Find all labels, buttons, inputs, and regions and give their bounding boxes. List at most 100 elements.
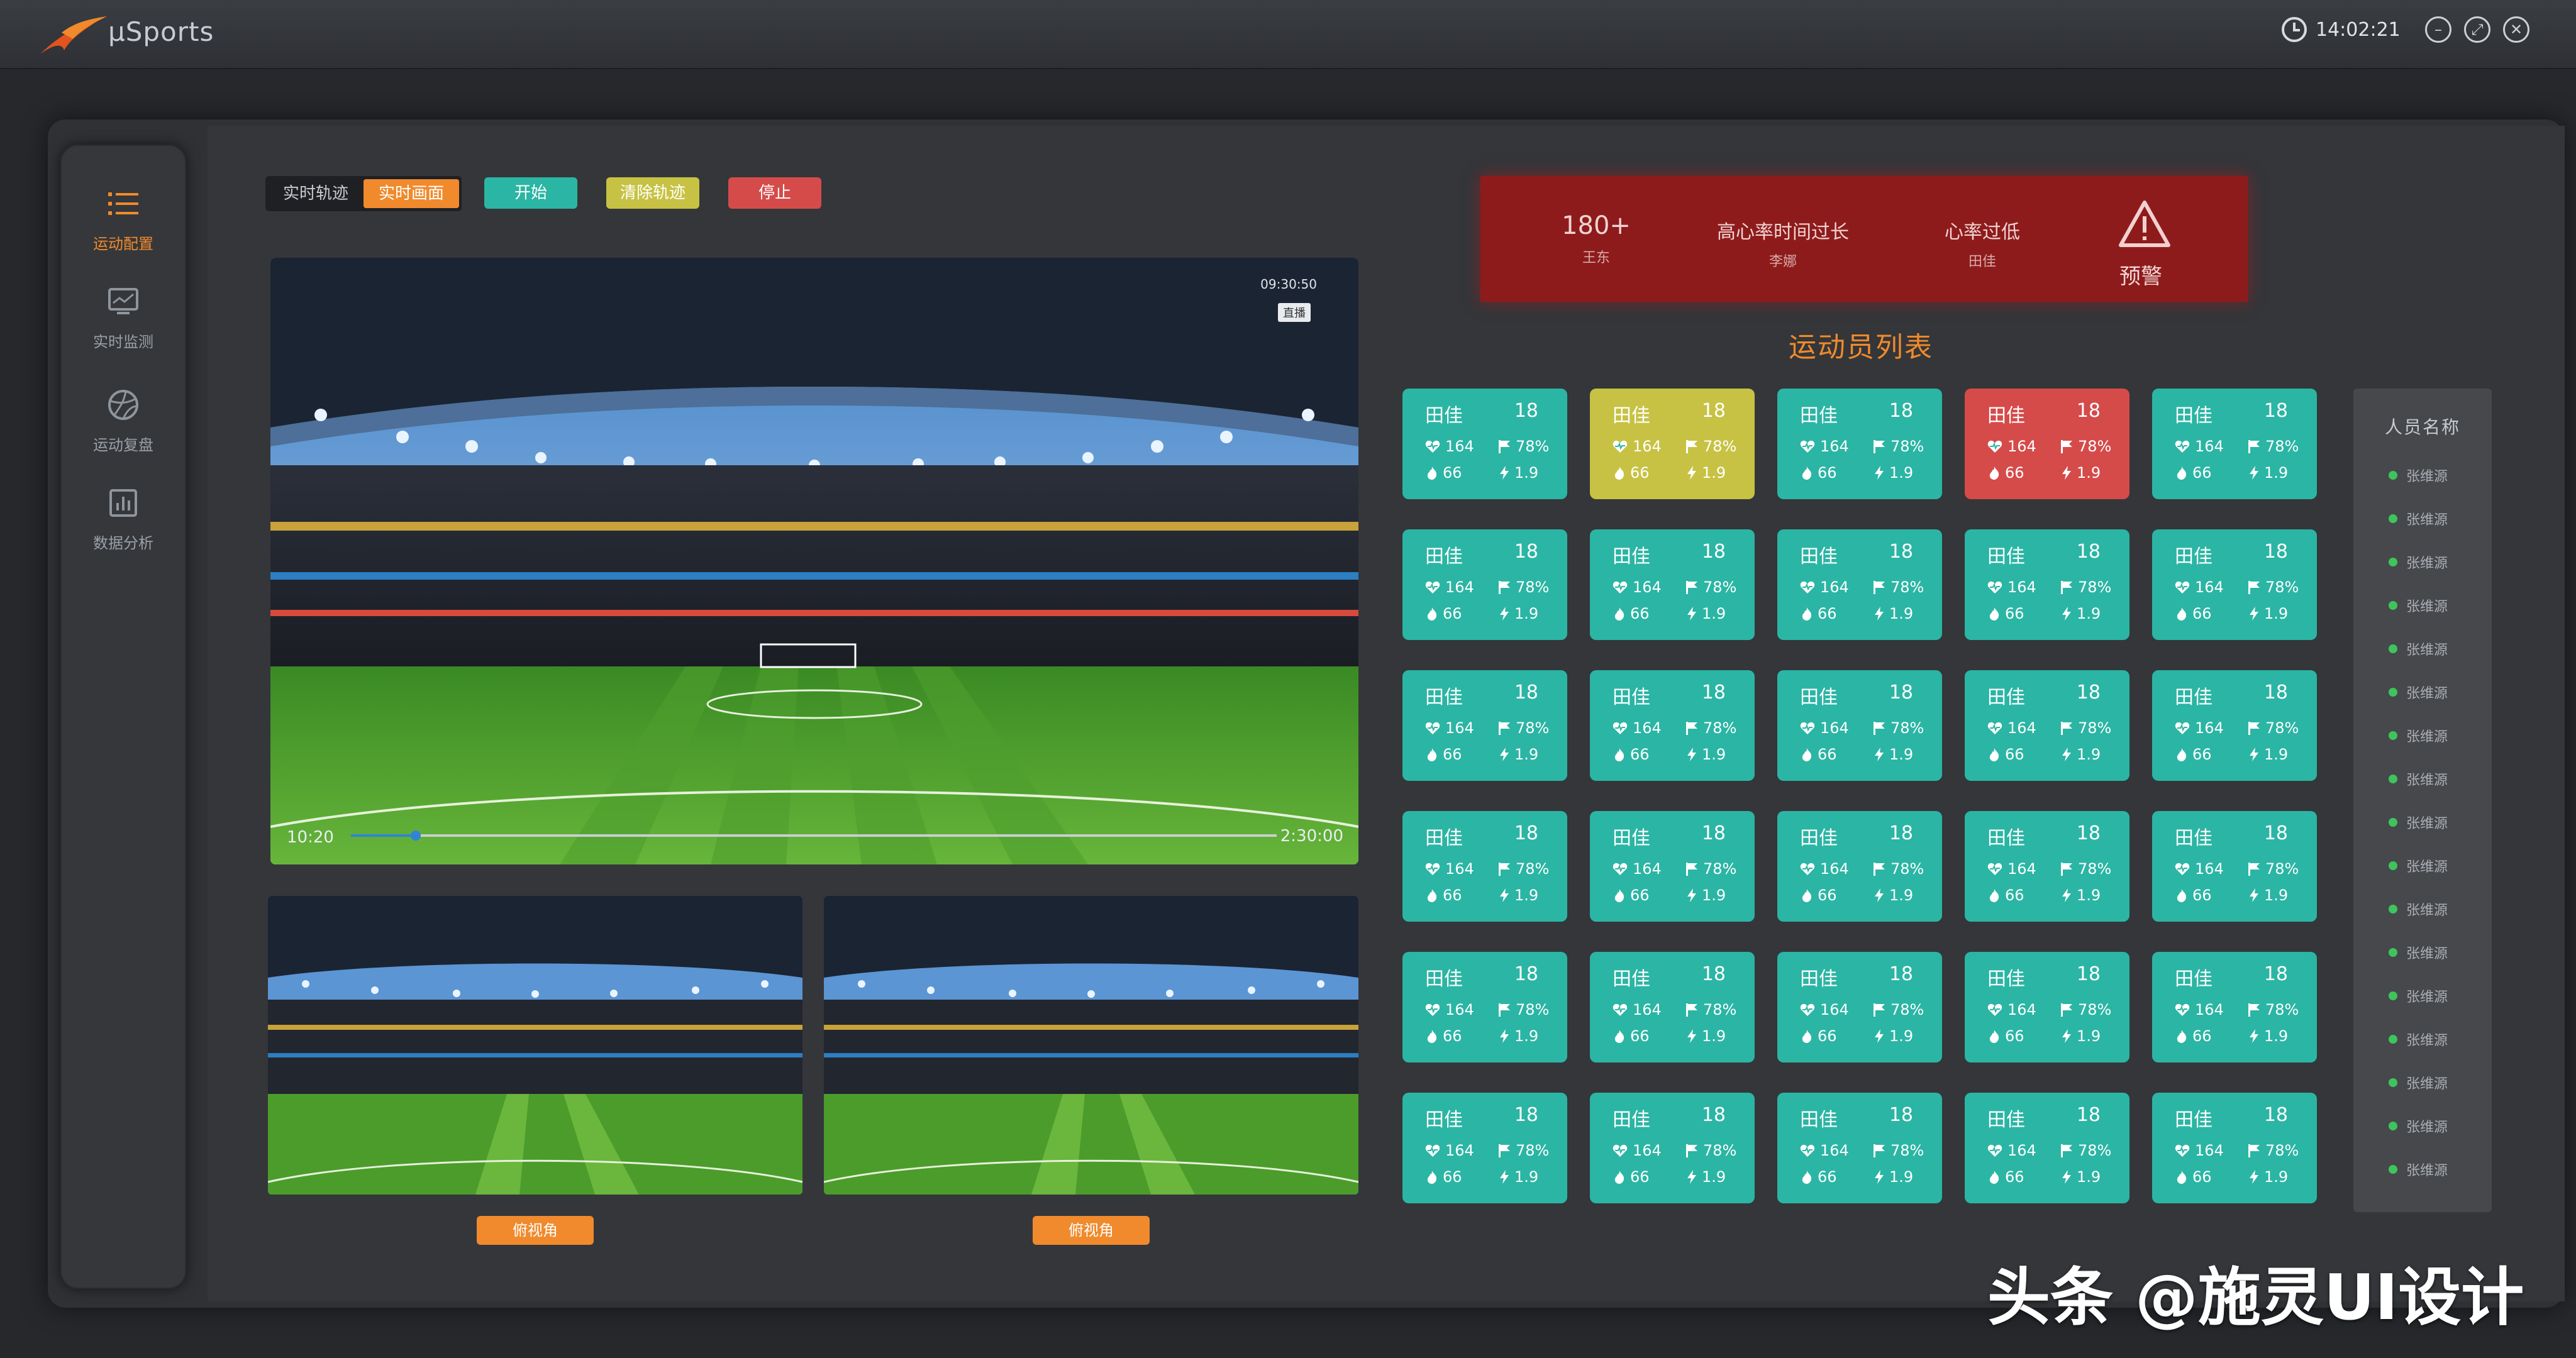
stop-button[interactable]: 停止 <box>728 177 821 209</box>
mode-option-trajectory[interactable]: 实时轨迹 <box>268 179 364 208</box>
sub-video-2[interactable] <box>824 896 1358 1195</box>
start-button[interactable]: 开始 <box>484 177 577 209</box>
top-view-button[interactable]: 俯视角 <box>477 1216 594 1245</box>
flame-icon <box>2177 466 2187 480</box>
people-list-item[interactable]: 张维源 <box>2389 465 2448 485</box>
athlete-card[interactable]: 田佳 18 164 78% 66 1.9 <box>1777 1093 1942 1203</box>
people-list-item[interactable]: 张维源 <box>2389 639 2448 659</box>
people-list-item[interactable]: 张维源 <box>2389 1029 2448 1049</box>
athlete-card[interactable]: 田佳 18 164 78% 66 1.9 <box>1590 1093 1755 1203</box>
athlete-card[interactable]: 田佳 18 164 78% 66 1.9 <box>1965 529 2129 640</box>
effort-percent-value: 78% <box>1703 860 1737 878</box>
flag-icon <box>1686 581 1697 594</box>
athlete-name: 田佳 <box>1987 968 2025 990</box>
athlete-card[interactable]: 田佳 18 164 78% 66 1.9 <box>2152 811 2317 922</box>
athlete-card[interactable]: 田佳 18 164 78% 66 1.9 <box>1590 389 1755 499</box>
people-list-item[interactable]: 张维源 <box>2389 1159 2448 1179</box>
heart-rate: 164 <box>1425 1001 1474 1018</box>
speed-value: 1.9 <box>2077 1168 2101 1186</box>
sidebar-item-analysis[interactable]: 数据分析 <box>60 485 186 580</box>
close-icon[interactable]: ✕ <box>2503 16 2529 43</box>
top-view-button[interactable]: 俯视角 <box>1033 1216 1150 1245</box>
athlete-card[interactable]: 田佳 18 164 78% 66 1.9 <box>1402 1093 1567 1203</box>
effort-percent-value: 78% <box>1703 438 1737 455</box>
video-total-time: 2:30:00 <box>1280 827 1343 846</box>
athlete-card[interactable]: 田佳 18 164 78% 66 1.9 <box>1777 670 1942 781</box>
speed: 1.9 <box>2062 1168 2101 1186</box>
sidebar-item-review[interactable]: 运动复盘 <box>60 387 186 482</box>
people-list-item[interactable]: 张维源 <box>2389 1073 2448 1093</box>
effort-percent-value: 78% <box>1890 438 1924 455</box>
athlete-card[interactable]: 田佳 18 164 78% 66 1.9 <box>2152 529 2317 640</box>
video-progress-bar[interactable] <box>351 831 1277 841</box>
calories-value: 66 <box>1443 464 1462 482</box>
athlete-number: 18 <box>1514 822 1538 844</box>
athlete-card[interactable]: 田佳 18 164 78% 66 1.9 <box>2152 670 2317 781</box>
athlete-card[interactable]: 田佳 18 164 78% 66 1.9 <box>1590 529 1755 640</box>
athlete-card[interactable]: 田佳 18 164 78% 66 1.9 <box>1777 952 1942 1063</box>
people-list-item[interactable]: 张维源 <box>2389 1116 2448 1136</box>
athlete-card[interactable]: 田佳 18 164 78% 66 1.9 <box>1402 670 1567 781</box>
calories: 66 <box>1426 746 1462 763</box>
athlete-card[interactable]: 田佳 18 164 78% 66 1.9 <box>1402 811 1567 922</box>
athlete-number: 18 <box>1701 541 1726 563</box>
athlete-card[interactable]: 田佳 18 164 78% 66 1.9 <box>1402 529 1567 640</box>
person-name: 张维源 <box>2406 816 2448 832</box>
speed: 1.9 <box>1874 464 1913 482</box>
flag-icon <box>1874 1003 1885 1017</box>
athlete-card[interactable]: 田佳 18 164 78% 66 1.9 <box>1965 952 2129 1063</box>
athlete-card[interactable]: 田佳 18 164 78% 66 1.9 <box>1965 1093 2129 1203</box>
stadium-image <box>270 258 1358 864</box>
people-list-item[interactable]: 张维源 <box>2389 552 2448 572</box>
sidebar-item-config[interactable]: 运动配置 <box>60 186 186 280</box>
main-video[interactable]: 09:30:50 直播 10:20 2:30:00 <box>270 258 1358 864</box>
heart-rate: 164 <box>1987 438 2036 455</box>
people-list-item[interactable]: 张维源 <box>2389 509 2448 529</box>
people-list-item[interactable]: 张维源 <box>2389 856 2448 876</box>
flame-icon <box>1989 466 1999 480</box>
athlete-card[interactable]: 田佳 18 164 78% 66 1.9 <box>1402 389 1567 499</box>
stadium-image <box>268 896 802 1195</box>
athlete-card[interactable]: 田佳 18 164 78% 66 1.9 <box>1590 952 1755 1063</box>
people-list-item[interactable]: 张维源 <box>2389 769 2448 789</box>
calories: 66 <box>1801 464 1837 482</box>
effort-percent: 78% <box>2060 578 2111 596</box>
athlete-card[interactable]: 田佳 18 164 78% 66 1.9 <box>1590 811 1755 922</box>
athlete-card[interactable]: 田佳 18 164 78% 66 1.9 <box>1590 670 1755 781</box>
people-list-item[interactable]: 张维源 <box>2389 812 2448 832</box>
sidebar-item-monitor[interactable]: 实时监测 <box>60 284 186 378</box>
sub-video-1[interactable] <box>268 896 802 1195</box>
people-list-item[interactable]: 张维源 <box>2389 942 2448 963</box>
people-list-item[interactable]: 张维源 <box>2389 726 2448 746</box>
athlete-card[interactable]: 田佳 18 164 78% 66 1.9 <box>1777 529 1942 640</box>
calories: 66 <box>2176 746 2212 763</box>
effort-percent: 78% <box>1498 719 1549 737</box>
athlete-card[interactable]: 田佳 18 164 78% 66 1.9 <box>2152 1093 2317 1203</box>
people-list-item[interactable]: 张维源 <box>2389 682 2448 702</box>
athlete-card[interactable]: 田佳 18 164 78% 66 1.9 <box>1965 670 2129 781</box>
athlete-card[interactable]: 田佳 18 164 78% 66 1.9 <box>1965 811 2129 922</box>
people-list-item[interactable]: 张维源 <box>2389 899 2448 919</box>
people-list-item[interactable]: 张维源 <box>2389 595 2448 616</box>
mode-option-live-view[interactable]: 实时画面 <box>364 179 460 208</box>
minimize-icon[interactable]: – <box>2425 16 2451 43</box>
athlete-card[interactable]: 田佳 18 164 78% 66 1.9 <box>1777 811 1942 922</box>
speed-value: 1.9 <box>1889 1027 1914 1045</box>
heart-icon <box>1425 581 1440 593</box>
fullscreen-icon[interactable]: ⤢ <box>2464 16 2490 43</box>
lightning-icon <box>1500 748 1509 761</box>
effort-percent-value: 78% <box>1890 719 1924 737</box>
athlete-card[interactable]: 田佳 18 164 78% 66 1.9 <box>1777 389 1942 499</box>
speed: 1.9 <box>1874 1027 1913 1045</box>
speed-value: 1.9 <box>1889 746 1914 763</box>
athlete-card[interactable]: 田佳 18 164 78% 66 1.9 <box>1402 952 1567 1063</box>
athlete-name: 田佳 <box>1425 687 1463 709</box>
effort-percent-value: 78% <box>2265 1001 2299 1018</box>
athlete-card[interactable]: 田佳 18 164 78% 66 1.9 <box>2152 952 2317 1063</box>
athlete-name: 田佳 <box>1613 546 1650 568</box>
people-list-item[interactable]: 张维源 <box>2389 986 2448 1006</box>
clear-trajectory-button[interactable]: 清除轨迹 <box>606 177 699 209</box>
athlete-card[interactable]: 田佳 18 164 78% 66 1.9 <box>2152 389 2317 499</box>
video-progress-handle[interactable] <box>411 831 421 841</box>
athlete-card[interactable]: 田佳 18 164 78% 66 1.9 <box>1965 389 2129 499</box>
